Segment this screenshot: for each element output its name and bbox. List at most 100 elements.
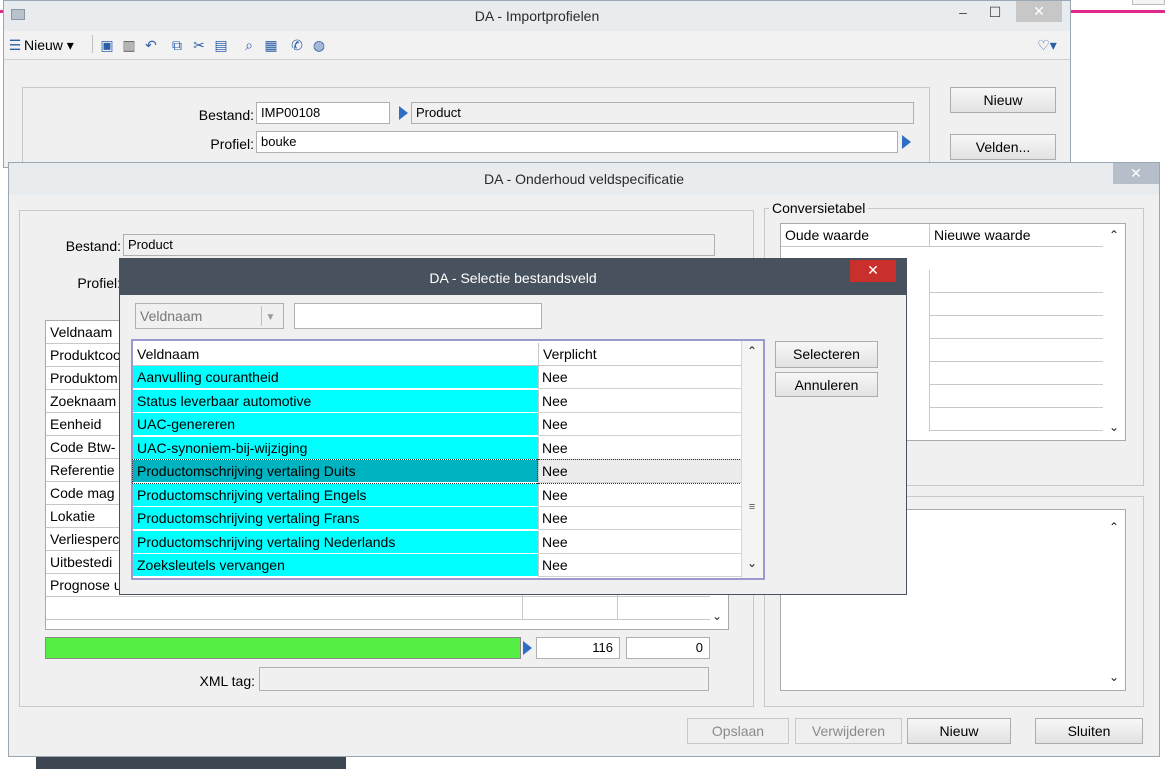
close-button[interactable]: ✕	[850, 260, 896, 282]
scroll-down-icon[interactable]: ⌄	[1109, 670, 1119, 684]
background-window-corner	[1132, 0, 1165, 5]
paste-icon[interactable]: ▤	[212, 35, 230, 55]
favorite-icon[interactable]: ♡▾	[1032, 35, 1062, 55]
profiel-label: Profiel:	[210, 136, 254, 152]
bestand-label: Bestand:	[65, 238, 121, 254]
scroll-down-icon[interactable]: ⌄	[712, 609, 722, 623]
row-verplicht: Nee	[538, 507, 741, 530]
copy-icon[interactable]: ⧉	[168, 35, 186, 55]
conversie-row[interactable]	[929, 362, 1103, 385]
conversie-row[interactable]	[929, 339, 1103, 362]
undo-icon[interactable]: ↶	[142, 35, 160, 55]
filter-input[interactable]	[294, 303, 542, 329]
scrollbar[interactable]: ⌃ ≡ ⌄	[741, 341, 763, 578]
close-button[interactable]: ✕	[1113, 163, 1159, 184]
close-button[interactable]: ✕	[1016, 1, 1062, 22]
conversietabel-title: Conversietabel	[769, 200, 869, 216]
selecteren-button[interactable]: Selecteren	[775, 341, 878, 368]
delete-icon[interactable]: ▥	[120, 35, 138, 55]
row-verplicht: Nee	[538, 530, 741, 554]
row-veldnaam: UAC-genereren	[133, 413, 538, 436]
scroll-thumb-icon[interactable]: ≡	[745, 501, 759, 521]
selection-table: Veldnaam Verplicht Aanvulling couranthei…	[131, 339, 765, 580]
phone-icon[interactable]: ✆	[288, 35, 306, 55]
verwijderen-button[interactable]: Verwijderen	[795, 718, 902, 744]
table-row[interactable]: Productomschrijving vertaling Frans Nee	[133, 507, 741, 530]
conversie-row[interactable]	[929, 316, 1103, 339]
importprofielen-window: DA - Importprofielen – ☐ ✕ ☰ Nieuw ▾ ▣ ▥…	[3, 0, 1071, 170]
bestand-lookup-icon[interactable]	[399, 106, 408, 120]
new-dropdown-button[interactable]: Nieuw ▾	[24, 35, 86, 55]
xml-tag-label: XML tag:	[199, 673, 255, 689]
main-toolbar: ☰ Nieuw ▾ ▣ ▥ ↶ ⧉ ✂ ▤ ⌕ ▦ ✆ ◍ ♡▾	[4, 31, 1070, 60]
table-row[interactable]: Productomschrijving vertaling Nederlands…	[133, 530, 741, 554]
profiel-field[interactable]: bouke	[256, 131, 898, 153]
dialog-titlebar: DA - Selectie bestandsveld ✕	[120, 259, 906, 295]
profiel-lookup-icon[interactable]	[902, 135, 911, 149]
filter-select[interactable]: Veldnaam ▼	[135, 303, 284, 329]
toolbar-separator	[92, 35, 93, 53]
bestand-code-field[interactable]: IMP00108	[256, 102, 390, 124]
app-icon	[11, 9, 25, 20]
conversie-row[interactable]	[929, 408, 1103, 431]
grid-cell-empty	[617, 597, 710, 620]
progress-bar	[45, 637, 521, 659]
nieuw-button[interactable]: Nieuw	[950, 87, 1056, 113]
column-header-veldnaam: Veldnaam	[137, 346, 200, 362]
row-veldnaam: UAC-synoniem-bij-wijziging	[133, 436, 538, 460]
row-veldnaam: Productomschrijving vertaling Duits	[132, 459, 539, 484]
background-taskbar	[36, 757, 346, 769]
column-header-verplicht: Verplicht	[538, 343, 741, 365]
nieuw-button[interactable]: Nieuw	[907, 718, 1011, 744]
importprofielen-titlebar: DA - Importprofielen – ☐ ✕	[4, 1, 1070, 31]
table-row[interactable]: UAC-genereren Nee	[133, 413, 741, 436]
row-veldnaam: Status leverbaar automotive	[133, 389, 538, 413]
row-verplicht: Nee	[537, 459, 742, 484]
table-row[interactable]: Aanvulling courantheid Nee	[133, 366, 741, 389]
maximize-button[interactable]: ☐	[980, 1, 1010, 23]
progress-fill	[46, 638, 520, 658]
progress-arrow-icon[interactable]	[523, 641, 532, 655]
table-row[interactable]: Productomschrijving vertaling Duits Nee	[132, 459, 742, 484]
globe-icon[interactable]: ◍	[310, 35, 328, 55]
profiel-label: Profiel:	[77, 275, 121, 291]
cut-icon[interactable]: ✂	[190, 35, 208, 55]
grid-icon[interactable]: ▦	[262, 35, 280, 55]
opslaan-button[interactable]: Opslaan	[687, 718, 789, 744]
table-row[interactable]: Productomschrijving vertaling Engels Nee	[133, 483, 741, 507]
filter-select-value: Veldnaam	[140, 308, 203, 324]
row-verplicht: Nee	[538, 483, 741, 507]
counter-selected-field: 0	[626, 637, 710, 659]
annuleren-button[interactable]: Annuleren	[775, 372, 878, 397]
sluiten-button[interactable]: Sluiten	[1035, 718, 1143, 744]
conversie-row[interactable]	[929, 293, 1103, 316]
table-body: Aanvulling courantheid Nee Status leverbaa…	[132, 366, 742, 580]
scroll-up-icon[interactable]: ⌃	[747, 344, 757, 358]
conversie-header-nieuw: Nieuwe waarde	[929, 224, 1103, 247]
bestand-name-field: Product	[411, 102, 914, 124]
table-row[interactable]: Zoeksleutels vervangen Nee	[133, 554, 741, 577]
scroll-down-icon[interactable]: ⌄	[747, 556, 757, 570]
grid-row-empty	[46, 597, 522, 620]
conversie-row[interactable]	[929, 385, 1103, 408]
scroll-up-icon[interactable]: ⌃	[1109, 228, 1119, 242]
dialog-title: DA - Selectie bestandsveld	[429, 270, 597, 286]
minimize-button[interactable]: –	[948, 1, 978, 23]
row-veldnaam: Aanvulling courantheid	[133, 366, 538, 389]
table-row[interactable]: UAC-synoniem-bij-wijziging Nee	[133, 436, 741, 460]
find-icon[interactable]: ⌕	[238, 35, 260, 55]
conversie-row[interactable]	[929, 270, 1103, 293]
xml-tag-field[interactable]	[259, 667, 709, 691]
velden-button[interactable]: Velden...	[950, 134, 1056, 160]
conversie-header-oud: Oude waarde	[781, 224, 929, 247]
scroll-down-icon[interactable]: ⌄	[1109, 420, 1119, 434]
row-verplicht: Nee	[538, 436, 741, 460]
importprofiel-group	[22, 87, 930, 170]
selectie-dialog: DA - Selectie bestandsveld ✕ Veldnaam ▼ …	[119, 258, 907, 595]
save-icon[interactable]: ▣	[98, 35, 116, 55]
grid-cell-empty	[522, 597, 617, 620]
table-row[interactable]: Status leverbaar automotive Nee	[133, 389, 741, 413]
scroll-up-icon[interactable]: ⌃	[1109, 520, 1119, 534]
row-veldnaam: Productomschrijving vertaling Nederlands	[133, 530, 538, 554]
chevron-down-icon[interactable]: ▼	[261, 306, 279, 326]
